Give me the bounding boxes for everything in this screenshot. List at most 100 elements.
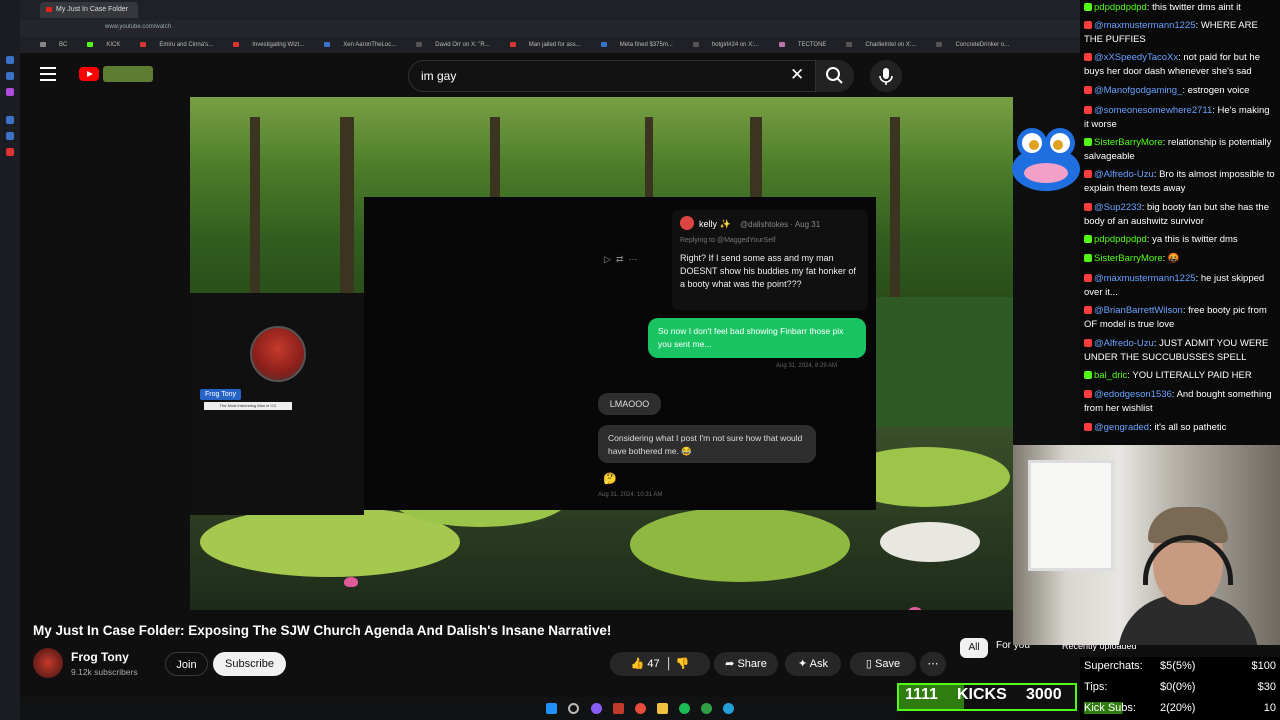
channel-name[interactable]: Frog Tony xyxy=(71,650,129,664)
chat-username[interactable]: pdpdpdpdpd xyxy=(1094,234,1147,245)
save-button[interactable]: ▯ Save xyxy=(850,652,916,676)
subscriber-count: 9.12k subscribers xyxy=(71,667,138,677)
bookmark-item[interactable]: Investigating Wizt... xyxy=(223,37,304,53)
sidebar-app-icon[interactable] xyxy=(6,148,14,156)
spotify-icon[interactable] xyxy=(679,703,690,714)
kicks-target: 3000 xyxy=(1026,686,1062,703)
youtube-badge-icon xyxy=(1084,306,1092,314)
voice-search-button[interactable] xyxy=(870,60,902,92)
address-bar[interactable] xyxy=(20,20,1080,37)
xbox-icon[interactable] xyxy=(701,703,712,714)
bookmark-item[interactable]: KICK xyxy=(77,37,120,53)
chat-username[interactable]: @maxmustermann1225 xyxy=(1094,20,1196,31)
tweet-reply-to: Replying to @MaggedYourSelf xyxy=(680,237,776,244)
bookmark-item[interactable]: Xen AaronTheLoc... xyxy=(314,37,396,53)
close-icon[interactable]: ✕ xyxy=(790,65,804,85)
chat-username[interactable]: @gengraded xyxy=(1094,422,1149,433)
chat-message: @someonesomewhere2711: He's making it wo… xyxy=(1084,105,1270,130)
like-count: 47 xyxy=(647,658,660,670)
bookmark-item[interactable]: ConcreteDrinker o... xyxy=(926,37,1009,53)
chat-message: @Alfredo-Uzu: JUST ADMIT YOU WERE UNDER … xyxy=(1084,338,1269,363)
youtube-doodle[interactable] xyxy=(103,66,153,82)
kick-badge-icon xyxy=(1084,371,1092,379)
chat-username[interactable]: @Sup2233 xyxy=(1094,202,1142,213)
search-input[interactable] xyxy=(408,60,816,92)
tab-active[interactable]: My Just In Case Folder xyxy=(40,2,138,18)
bookmark-icon xyxy=(416,41,423,47)
goal-label: Kick Subs: xyxy=(1084,702,1136,714)
youtube-badge-icon xyxy=(1084,106,1092,114)
video-title: My Just In Case Folder: Exposing The SJW… xyxy=(33,623,612,638)
chat-text: 🤬 xyxy=(1167,253,1180,264)
tweet-actions-icon: ▷ ⇄ ⋯ xyxy=(604,254,638,264)
chat-text: it's all so pathetic xyxy=(1154,422,1227,433)
sidebar-app-icon[interactable] xyxy=(6,72,14,80)
thumbs-up-icon[interactable]: 👍 xyxy=(631,658,645,670)
app-icon[interactable] xyxy=(591,703,602,714)
ask-button[interactable]: ✦ Ask xyxy=(785,652,841,676)
filter-chip-all[interactable]: All xyxy=(960,638,988,658)
goal-target: $30 xyxy=(1257,681,1276,693)
chat-username[interactable]: @edodgeson1536 xyxy=(1094,389,1172,400)
sidebar-app-icon[interactable] xyxy=(6,132,14,140)
bookmark-item[interactable]: BC xyxy=(30,37,67,53)
goal-row: Tips: $0(0%) $30 xyxy=(1084,681,1276,693)
folder-icon[interactable] xyxy=(657,703,668,714)
chat-username[interactable]: SisterBarryMore xyxy=(1094,253,1163,264)
youtube-badge-icon xyxy=(1084,21,1092,29)
sidebar-app-icon[interactable] xyxy=(6,116,14,124)
bookmark-item[interactable]: TECTONE xyxy=(769,37,826,53)
bookmark-icon xyxy=(936,41,943,47)
chat-username[interactable]: @maxmustermann1225 xyxy=(1094,273,1196,284)
sidebar-app-icon[interactable] xyxy=(6,56,14,64)
chat-username[interactable]: @BrianBarrettWilson xyxy=(1094,305,1183,316)
search-button[interactable] xyxy=(816,60,854,92)
share-button[interactable]: ➦ Share xyxy=(714,652,778,676)
bookmark-item[interactable]: CharlieIntel on X:... xyxy=(836,37,916,53)
sidebar-app-icon[interactable] xyxy=(6,88,14,96)
chat-username[interactable]: SisterBarryMore xyxy=(1094,137,1163,148)
chat-username[interactable]: @Alfredo-Uzu xyxy=(1094,169,1154,180)
chat-text: YOU LITERALLY PAID HER xyxy=(1132,370,1252,381)
subscribe-button[interactable]: Subscribe xyxy=(213,652,286,676)
app-icon[interactable] xyxy=(613,703,624,714)
chat-text: ya this is twitter dms xyxy=(1152,234,1238,245)
chat-message: @gengraded: it's all so pathetic xyxy=(1084,421,1276,435)
youtube-badge-icon xyxy=(1084,86,1092,94)
bookmark-item[interactable]: hotgirl#24 on X:... xyxy=(683,37,759,53)
goal-value: $0(0%) xyxy=(1160,681,1196,693)
youtube-logo-icon[interactable] xyxy=(79,67,99,81)
chat-username[interactable]: @someonesomewhere2711 xyxy=(1094,105,1212,116)
chat-username[interactable]: pdpdpdpdpd xyxy=(1094,2,1147,13)
bookmark-item[interactable]: Meta fined $375m... xyxy=(591,37,673,53)
youtube-badge-icon xyxy=(1084,274,1092,282)
youtube-badge-icon xyxy=(1084,203,1092,211)
thumbs-down-icon[interactable]: 👎 xyxy=(676,658,690,670)
bookmark-icon xyxy=(324,41,331,47)
chat-username[interactable]: @Alfredo-Uzu xyxy=(1094,338,1154,349)
bookmark-item[interactable]: David Orr on X: "R... xyxy=(406,37,490,53)
like-dislike-pill[interactable]: 👍 47 │ 👎 xyxy=(610,652,710,676)
windows-start-icon[interactable] xyxy=(546,703,557,714)
tweet-body: Right? If I send some ass and my man DOE… xyxy=(680,253,856,289)
url-text[interactable]: www.youtube.com/watch xyxy=(105,24,171,30)
chat-username[interactable]: bal_dric xyxy=(1094,370,1127,381)
chat-username[interactable]: @xXSpeedyTacoXx xyxy=(1094,52,1178,63)
channel-avatar[interactable] xyxy=(33,648,63,678)
bookmark-item[interactable]: Man jailed for ass... xyxy=(500,37,581,53)
taskbar xyxy=(20,697,897,720)
goal-target: $100 xyxy=(1251,660,1276,672)
search-query[interactable]: im gay xyxy=(421,69,456,83)
telegram-icon[interactable] xyxy=(723,703,734,714)
youtube-badge-icon xyxy=(1084,390,1092,398)
join-button[interactable]: Join xyxy=(165,652,208,676)
search-icon[interactable] xyxy=(568,703,579,714)
chat-username[interactable]: @Manofgodgaming_ xyxy=(1094,85,1182,96)
bookmark-icon xyxy=(778,41,785,47)
more-actions-button[interactable]: ⋯ xyxy=(920,652,946,676)
menu-icon[interactable] xyxy=(40,67,56,81)
bookmark-item[interactable]: Emiru and Cinna's... xyxy=(130,37,213,53)
app-icon[interactable] xyxy=(635,703,646,714)
share-label: Share xyxy=(737,658,767,670)
kick-badge-icon xyxy=(1084,3,1092,11)
